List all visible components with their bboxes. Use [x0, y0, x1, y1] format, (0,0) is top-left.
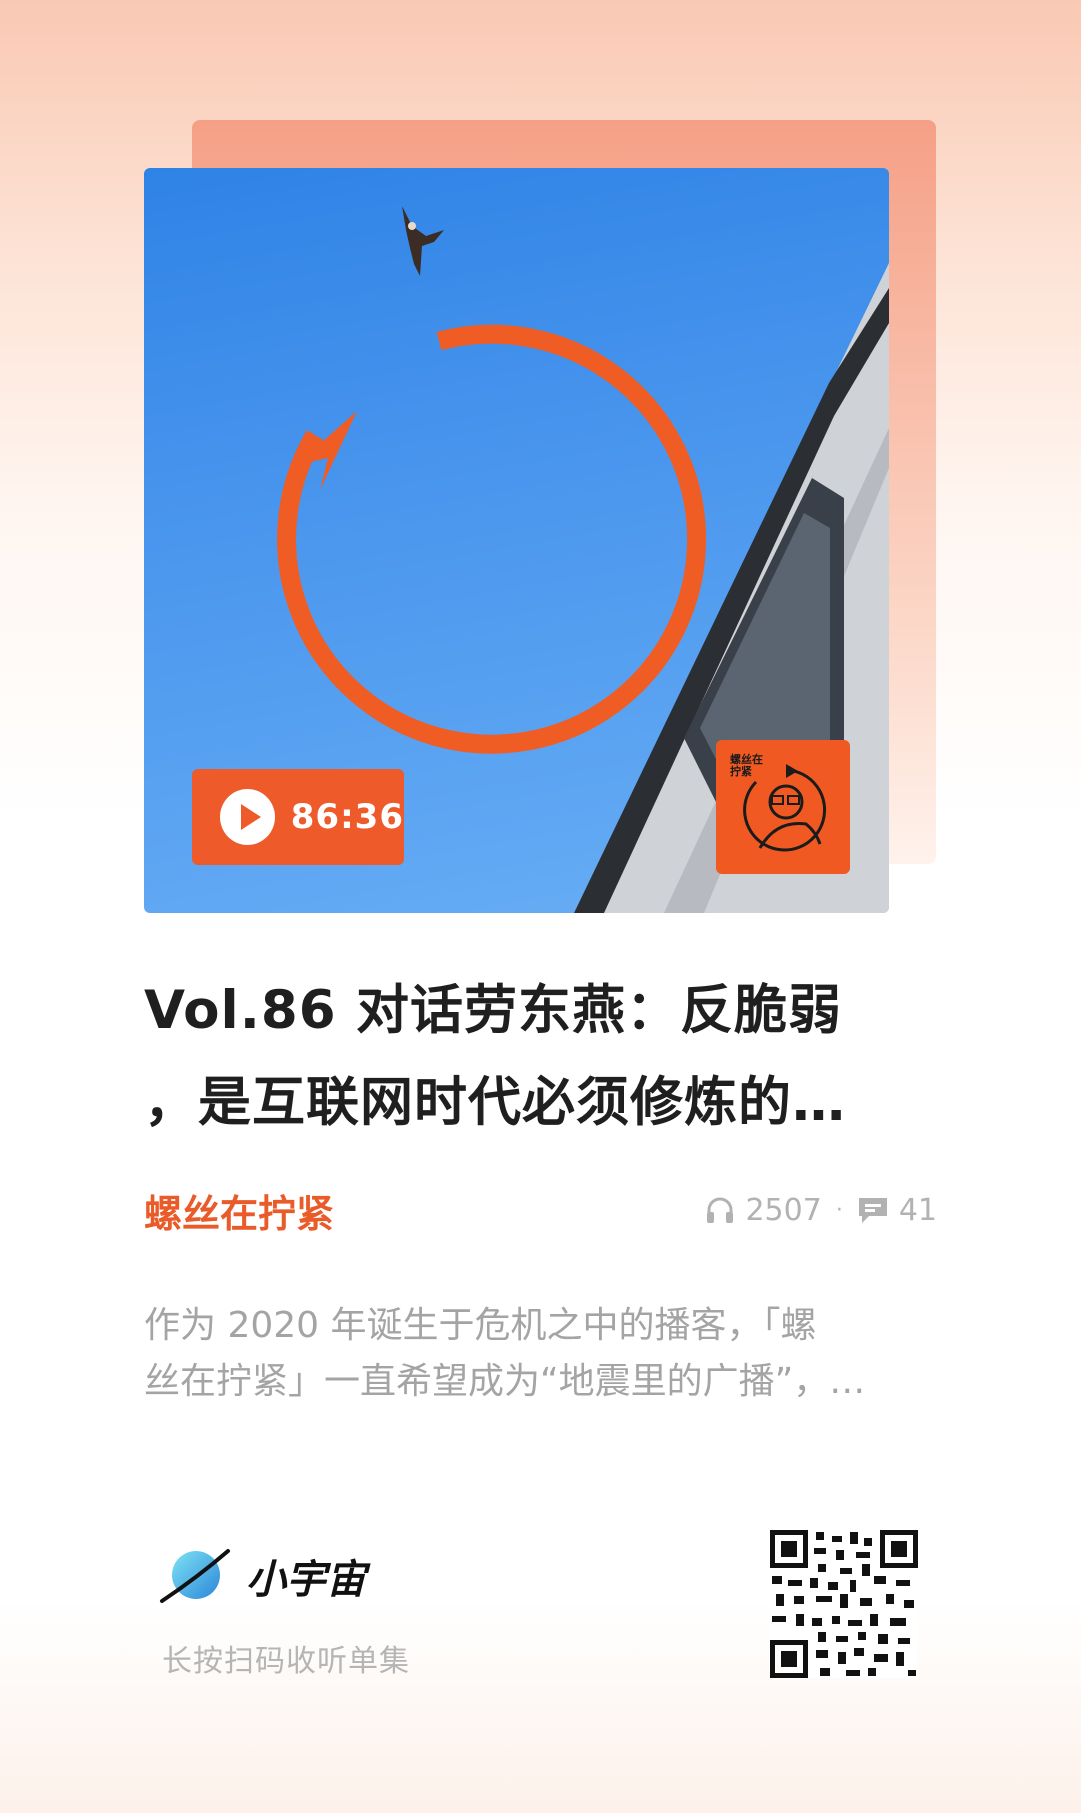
comment-icon — [858, 1198, 887, 1223]
episode-duration: 86:36 — [290, 797, 404, 837]
scan-hint: 长按扫码收听单集 — [162, 1644, 410, 1679]
episode-title-line-1: Vol.86 对话劳东燕：反脆弱 — [144, 980, 843, 1041]
play-button[interactable]: 86:36 — [192, 769, 404, 865]
qr-code[interactable] — [770, 1530, 918, 1678]
description-line-1: 作为 2020 年诞生于危机之中的播客，「螺 — [144, 1305, 817, 1346]
podcast-logo-badge: 螺丝在拧紧 — [716, 740, 850, 874]
headphones-icon — [707, 1197, 734, 1223]
play-count: 2507 — [745, 1192, 822, 1228]
host-portrait-icon — [743, 764, 827, 852]
play-icon — [220, 789, 275, 845]
podcast-name-link[interactable]: 螺丝在拧紧 — [144, 1183, 334, 1238]
comment-count: 41 — [898, 1192, 937, 1228]
episode-description: 作为 2020 年诞生于危机之中的播客，「螺 丝在拧紧」一直希望成为“地震里的广… — [144, 1298, 934, 1410]
bird-icon — [402, 206, 444, 276]
episode-cover[interactable]: 86:36 螺丝在拧紧 — [144, 168, 889, 913]
description-line-2: 丝在拧紧」一直希望成为“地震里的广播”，… — [144, 1361, 866, 1402]
app-brand: 小宇宙 — [158, 1540, 366, 1612]
replay-arrow-icon — [277, 324, 707, 754]
brand-name: 小宇宙 — [246, 1557, 366, 1603]
episode-title[interactable]: Vol.86 对话劳东燕：反脆弱 ，是互联网时代必须修炼的… — [144, 965, 914, 1149]
stats-separator: · — [835, 1197, 843, 1223]
episode-title-line-2: ，是互联网时代必须修炼的… — [144, 1072, 846, 1133]
episode-stats: 2507 · 41 — [705, 1188, 937, 1232]
planet-logo-icon — [160, 1549, 230, 1603]
